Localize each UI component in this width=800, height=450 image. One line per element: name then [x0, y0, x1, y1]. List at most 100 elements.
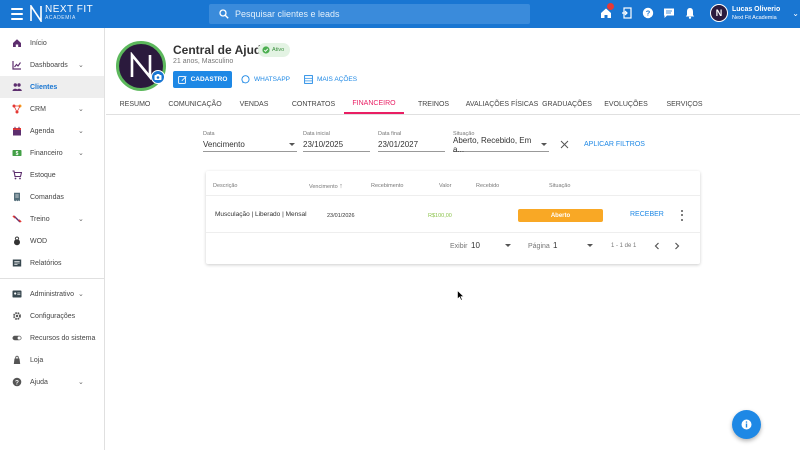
- more-vert-icon[interactable]: [678, 209, 686, 222]
- column-header-recebimento[interactable]: Recebimento: [371, 183, 403, 189]
- start-date-field[interactable]: Data inicial 23/10/2025: [303, 131, 370, 152]
- camera-button[interactable]: [151, 70, 165, 84]
- chevron-down-icon: ⌄: [78, 62, 84, 69]
- rows-per-page-select[interactable]: 10: [471, 241, 513, 250]
- chevron-down-icon: ⌄: [78, 106, 84, 113]
- chevron-down-icon: ⌄: [78, 150, 84, 157]
- column-header-descricao[interactable]: Descrição: [213, 183, 237, 189]
- crm-icon: [12, 104, 22, 114]
- sidebar-item-dashboards[interactable]: Dashboards ⌄: [0, 54, 104, 76]
- home-icon[interactable]: [600, 3, 614, 19]
- column-header-situacao[interactable]: Situação: [549, 183, 570, 189]
- whatsapp-icon: [241, 75, 250, 84]
- home-icon: [12, 38, 22, 48]
- tab-avaliacoes-fisicas[interactable]: AVALIAÇÕES FÍSICAS: [462, 95, 542, 114]
- receive-button[interactable]: RECEBER: [630, 211, 664, 218]
- more-actions-button[interactable]: MAIS AÇÕES: [304, 71, 357, 88]
- sidebar-item-loja[interactable]: Loja: [0, 349, 104, 371]
- svg-text:?: ?: [646, 9, 651, 18]
- sidebar-item-estoque[interactable]: Estoque: [0, 164, 104, 186]
- row-due-date: 23/01/2026: [327, 213, 355, 219]
- tab-evolucoes[interactable]: EVOLUÇÕES: [602, 95, 650, 114]
- people-icon: [12, 82, 22, 92]
- tab-graduacoes[interactable]: GRADUAÇÕES: [542, 95, 592, 114]
- chat-icon[interactable]: [663, 7, 675, 19]
- profile-tabs: RESUMO COMUNICAÇÃO VENDAS CONTRATOS FINA…: [106, 95, 800, 115]
- sidebar-item-treino[interactable]: Treino ⌄: [0, 208, 104, 230]
- date-type-select[interactable]: Data Vencimento: [203, 131, 297, 152]
- cadastro-button[interactable]: CADASTRO: [173, 71, 232, 88]
- sidebar-item-label: Comandas: [30, 193, 64, 201]
- chart-line-icon: [12, 60, 22, 70]
- whatsapp-button[interactable]: WHATSAPP: [241, 71, 290, 88]
- filter-label: Data inicial: [303, 131, 330, 137]
- sort-arrow-icon: ↑: [339, 183, 343, 190]
- sidebar-item-crm[interactable]: CRM ⌄: [0, 98, 104, 120]
- search-bar[interactable]: [209, 4, 530, 24]
- sidebar-item-inicio[interactable]: Início: [0, 32, 104, 54]
- svg-text:$: $: [16, 151, 19, 157]
- app-logo[interactable]: NEXT FIT ACADEMIA: [30, 3, 93, 24]
- sidebar-item-label: Estoque: [30, 171, 56, 179]
- sidebar-item-label: Administrativo: [30, 290, 74, 298]
- close-icon[interactable]: [560, 140, 569, 149]
- menu-icon[interactable]: [11, 8, 23, 20]
- tab-servicos[interactable]: SERVIÇOS: [662, 95, 707, 114]
- sidebar-item-financeiro[interactable]: $ Financeiro ⌄: [0, 142, 104, 164]
- mouse-pointer-icon: [457, 290, 465, 301]
- search-input[interactable]: [235, 9, 515, 19]
- sidebar-item-relatorios[interactable]: Relatórios: [0, 252, 104, 274]
- kettlebell-icon: [12, 236, 22, 246]
- toggle-icon: [12, 333, 22, 343]
- sidebar-item-label: Treino: [30, 215, 50, 223]
- apply-filters-button[interactable]: APLICAR FILTROS: [584, 141, 645, 148]
- sidebar-item-label: Ajuda: [30, 378, 48, 386]
- column-header-valor[interactable]: Valor: [439, 183, 451, 189]
- help-icon: ?: [12, 377, 22, 387]
- top-app-bar: NEXT FIT ACADEMIA ? N Lucas Oliverio Nex…: [0, 0, 800, 28]
- sidebar-item-agenda[interactable]: Agenda ⌄: [0, 120, 104, 142]
- whatsapp-label: WHATSAPP: [254, 76, 290, 83]
- chevron-left-icon[interactable]: [652, 241, 662, 251]
- store-icon: [12, 355, 22, 365]
- tab-treinos[interactable]: TREINOS: [411, 95, 456, 114]
- sidebar-item-label: Início: [30, 39, 47, 47]
- sidebar-item-comandas[interactable]: Comandas: [0, 186, 104, 208]
- chevron-right-icon[interactable]: [672, 241, 682, 251]
- sidebar-item-ajuda[interactable]: ? Ajuda ⌄: [0, 371, 104, 393]
- table-divider: [206, 232, 700, 233]
- avatar: N: [710, 4, 728, 22]
- sidebar-item-label: Relatórios: [30, 259, 62, 267]
- user-menu[interactable]: N Lucas Oliverio Next Fit Academia ⌄: [710, 4, 799, 22]
- help-icon[interactable]: ?: [642, 7, 654, 19]
- tab-vendas[interactable]: VENDAS: [234, 95, 274, 114]
- page-select[interactable]: 1: [553, 241, 595, 250]
- sidebar-item-clientes[interactable]: Clientes: [0, 76, 104, 98]
- gear-icon: [12, 311, 22, 321]
- sidebar-item-recursos-do-sistema[interactable]: Recursos do sistema: [0, 327, 104, 349]
- sidebar-item-label: Loja: [30, 356, 44, 364]
- sidebar-item-configuracoes[interactable]: Configurações: [0, 305, 104, 327]
- filter-value: 23/10/2025: [303, 140, 344, 149]
- end-date-field[interactable]: Data final 23/01/2027: [378, 131, 445, 152]
- sidebar-item-label: Dashboards: [30, 61, 68, 69]
- door-exit-icon[interactable]: [621, 7, 633, 19]
- column-header-recebido[interactable]: Recebido: [476, 183, 499, 189]
- tab-financeiro[interactable]: FINANCEIRO: [344, 95, 404, 114]
- report-icon: [12, 258, 22, 268]
- more-actions-label: MAIS AÇÕES: [317, 76, 358, 83]
- column-header-vencimento[interactable]: Vencimento ↑: [309, 183, 343, 190]
- chevron-down-icon: ⌄: [792, 8, 799, 18]
- status-filter-select[interactable]: Situação Aberto, Recebido, Em a...: [453, 131, 549, 154]
- sidebar-item-wod[interactable]: WOD: [0, 230, 104, 252]
- tab-resumo[interactable]: RESUMO: [110, 95, 160, 114]
- bell-icon[interactable]: [684, 7, 696, 19]
- tab-comunicacao[interactable]: COMUNICAÇÃO: [166, 95, 224, 114]
- sidebar-item-administrativo[interactable]: Administrativo ⌄: [0, 283, 104, 305]
- notification-badge: [607, 3, 614, 10]
- sidebar-item-label: Recursos do sistema: [30, 334, 96, 342]
- chevron-down-icon: ⌄: [78, 216, 84, 223]
- help-chat-button[interactable]: [732, 410, 761, 439]
- tab-contratos[interactable]: CONTRATOS: [286, 95, 341, 114]
- sidebar-item-label: CRM: [30, 105, 46, 113]
